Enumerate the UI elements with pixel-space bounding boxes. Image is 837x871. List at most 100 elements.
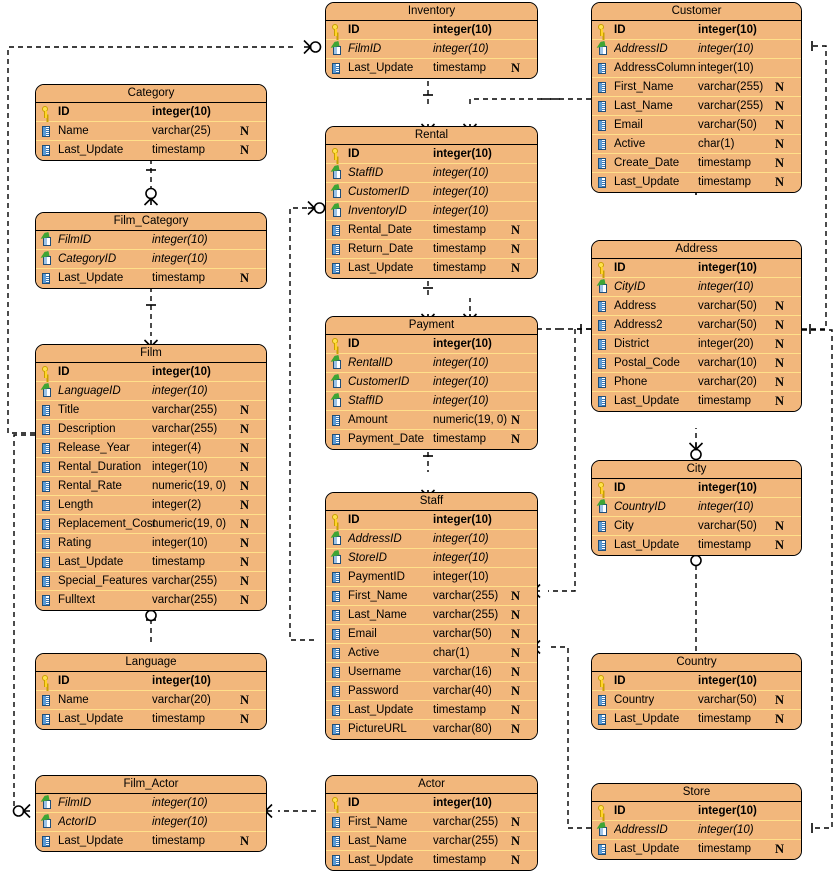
- attribute-row[interactable]: PaymentIDinteger(10): [326, 568, 537, 587]
- attribute-row[interactable]: CityIDinteger(10): [592, 278, 801, 297]
- entity-film_category[interactable]: Film_CategoryFilmIDinteger(10)CategoryID…: [35, 212, 267, 289]
- attribute-row[interactable]: Passwordvarchar(40)N: [326, 682, 537, 701]
- attribute-row[interactable]: Last_UpdatetimestampN: [592, 392, 801, 411]
- attribute-row[interactable]: Last_UpdatetimestampN: [36, 269, 266, 288]
- attribute-row[interactable]: IDinteger(10): [326, 21, 537, 40]
- attribute-row[interactable]: Last_UpdatetimestampN: [36, 141, 266, 160]
- attribute-row[interactable]: Districtinteger(20)N: [592, 335, 801, 354]
- entity-language[interactable]: LanguageIDinteger(10)Namevarchar(20)NLas…: [35, 653, 267, 730]
- attribute-row[interactable]: Replacement_Costnumeric(19, 0)N: [36, 515, 266, 534]
- attribute-row[interactable]: IDinteger(10): [592, 259, 801, 278]
- attribute-row[interactable]: AddressIDinteger(10): [326, 530, 537, 549]
- attribute-row[interactable]: StaffIDinteger(10): [326, 164, 537, 183]
- attribute-row[interactable]: RentalIDinteger(10): [326, 354, 537, 373]
- attribute-row[interactable]: First_Namevarchar(255)N: [326, 587, 537, 606]
- attribute-row[interactable]: Last_UpdatetimestampN: [592, 710, 801, 729]
- attribute-row[interactable]: Descriptionvarchar(255)N: [36, 420, 266, 439]
- attribute-row[interactable]: Last_UpdatetimestampN: [326, 259, 537, 278]
- entity-city[interactable]: CityIDinteger(10)CountryIDinteger(10)Cit…: [591, 460, 802, 556]
- attribute-row[interactable]: Last_UpdatetimestampN: [326, 851, 537, 870]
- attribute-row[interactable]: Last_Namevarchar(255)N: [326, 832, 537, 851]
- attribute-row[interactable]: Special_Featuresvarchar(255)N: [36, 572, 266, 591]
- attribute-row[interactable]: Activechar(1)N: [592, 135, 801, 154]
- attribute-row[interactable]: First_Namevarchar(255)N: [592, 78, 801, 97]
- attribute-row[interactable]: StaffIDinteger(10): [326, 392, 537, 411]
- attribute-row[interactable]: CustomerIDinteger(10): [326, 183, 537, 202]
- attribute-row[interactable]: IDinteger(10): [326, 794, 537, 813]
- attribute-row[interactable]: First_Namevarchar(255)N: [326, 813, 537, 832]
- attribute-row[interactable]: Namevarchar(20)N: [36, 691, 266, 710]
- attribute-row[interactable]: IDinteger(10): [36, 103, 266, 122]
- entity-address[interactable]: AddressIDinteger(10)CityIDinteger(10)Add…: [591, 240, 802, 412]
- attribute-row[interactable]: ActorIDinteger(10): [36, 813, 266, 832]
- attribute-row[interactable]: Emailvarchar(50)N: [592, 116, 801, 135]
- attribute-row[interactable]: Release_Yearinteger(4)N: [36, 439, 266, 458]
- attribute-row[interactable]: IDinteger(10): [326, 145, 537, 164]
- attribute-row[interactable]: Last_UpdatetimestampN: [592, 536, 801, 555]
- attribute-row[interactable]: Last_Namevarchar(255)N: [592, 97, 801, 116]
- entity-staff[interactable]: StaffIDinteger(10)AddressIDinteger(10)St…: [325, 492, 538, 740]
- entity-payment[interactable]: PaymentIDinteger(10)RentalIDinteger(10)C…: [325, 316, 538, 450]
- attribute-row[interactable]: AddressColumninteger(10): [592, 59, 801, 78]
- attribute-row[interactable]: Last_UpdatetimestampN: [592, 173, 801, 192]
- attribute-row[interactable]: Postal_Codevarchar(10)N: [592, 354, 801, 373]
- attribute-row[interactable]: Namevarchar(25)N: [36, 122, 266, 141]
- attribute-row[interactable]: IDinteger(10): [36, 363, 266, 382]
- attribute-row[interactable]: Return_DatetimestampN: [326, 240, 537, 259]
- attribute-row[interactable]: InventoryIDinteger(10): [326, 202, 537, 221]
- attribute-row[interactable]: Last_UpdatetimestampN: [326, 701, 537, 720]
- attribute-row[interactable]: Rental_DatetimestampN: [326, 221, 537, 240]
- attribute-row[interactable]: Last_UpdatetimestampN: [36, 553, 266, 572]
- attribute-row[interactable]: LanguageIDinteger(10): [36, 382, 266, 401]
- attribute-row[interactable]: Last_UpdatetimestampN: [36, 832, 266, 851]
- attribute-row[interactable]: Rental_Ratenumeric(19, 0)N: [36, 477, 266, 496]
- attribute-row[interactable]: Fulltextvarchar(255)N: [36, 591, 266, 610]
- attribute-row[interactable]: Phonevarchar(20)N: [592, 373, 801, 392]
- attribute-row[interactable]: Last_UpdatetimestampN: [592, 840, 801, 859]
- entity-category[interactable]: CategoryIDinteger(10)Namevarchar(25)NLas…: [35, 84, 267, 161]
- attribute-row[interactable]: Activechar(1)N: [326, 644, 537, 663]
- attribute-row[interactable]: Ratinginteger(10)N: [36, 534, 266, 553]
- attribute-row[interactable]: AddressIDinteger(10): [592, 40, 801, 59]
- attribute-row[interactable]: CategoryIDinteger(10): [36, 250, 266, 269]
- attribute-row[interactable]: IDinteger(10): [592, 21, 801, 40]
- attribute-row[interactable]: FilmIDinteger(10): [326, 40, 537, 59]
- attribute-row[interactable]: CustomerIDinteger(10): [326, 373, 537, 392]
- attribute-row[interactable]: IDinteger(10): [36, 672, 266, 691]
- entity-actor[interactable]: ActorIDinteger(10)First_Namevarchar(255)…: [325, 775, 538, 871]
- attribute-row[interactable]: Payment_DatetimestampN: [326, 430, 537, 449]
- entity-customer[interactable]: CustomerIDinteger(10)AddressIDinteger(10…: [591, 2, 802, 193]
- attribute-row[interactable]: IDinteger(10): [326, 335, 537, 354]
- attribute-row[interactable]: IDinteger(10): [592, 802, 801, 821]
- entity-country[interactable]: CountryIDinteger(10)Countryvarchar(50)NL…: [591, 653, 802, 730]
- attribute-row[interactable]: Last_UpdatetimestampN: [36, 710, 266, 729]
- er-diagram-canvas[interactable]: InventoryIDinteger(10)FilmIDinteger(10)L…: [0, 0, 837, 871]
- attribute-row[interactable]: Last_UpdatetimestampN: [326, 59, 537, 78]
- entity-store[interactable]: StoreIDinteger(10)AddressIDinteger(10)La…: [591, 783, 802, 860]
- entity-film[interactable]: FilmIDinteger(10)LanguageIDinteger(10)Ti…: [35, 344, 267, 611]
- entity-rental[interactable]: RentalIDinteger(10)StaffIDinteger(10)Cus…: [325, 126, 538, 279]
- attribute-row[interactable]: Create_DatetimestampN: [592, 154, 801, 173]
- attribute-row[interactable]: Cityvarchar(50)N: [592, 517, 801, 536]
- attribute-row[interactable]: IDinteger(10): [592, 672, 801, 691]
- attribute-row[interactable]: Emailvarchar(50)N: [326, 625, 537, 644]
- attribute-row[interactable]: IDinteger(10): [592, 479, 801, 498]
- attribute-row[interactable]: AddressIDinteger(10): [592, 821, 801, 840]
- attribute-row[interactable]: Address2varchar(50)N: [592, 316, 801, 335]
- attribute-row[interactable]: Addressvarchar(50)N: [592, 297, 801, 316]
- attribute-row[interactable]: CountryIDinteger(10): [592, 498, 801, 517]
- attribute-row[interactable]: Titlevarchar(255)N: [36, 401, 266, 420]
- attribute-row[interactable]: Lengthinteger(2)N: [36, 496, 266, 515]
- attribute-row[interactable]: StoreIDinteger(10): [326, 549, 537, 568]
- attribute-row[interactable]: Last_Namevarchar(255)N: [326, 606, 537, 625]
- attribute-row[interactable]: FilmIDinteger(10): [36, 231, 266, 250]
- attribute-row[interactable]: Usernamevarchar(16)N: [326, 663, 537, 682]
- attribute-row[interactable]: Countryvarchar(50)N: [592, 691, 801, 710]
- attribute-row[interactable]: IDinteger(10): [326, 511, 537, 530]
- entity-inventory[interactable]: InventoryIDinteger(10)FilmIDinteger(10)L…: [325, 2, 538, 79]
- attribute-row[interactable]: Amountnumeric(19, 0)N: [326, 411, 537, 430]
- attribute-row[interactable]: Rental_Durationinteger(10)N: [36, 458, 266, 477]
- attribute-row[interactable]: PictureURLvarchar(80)N: [326, 720, 537, 739]
- entity-film_actor[interactable]: Film_ActorFilmIDinteger(10)ActorIDintege…: [35, 775, 267, 852]
- attribute-row[interactable]: FilmIDinteger(10): [36, 794, 266, 813]
